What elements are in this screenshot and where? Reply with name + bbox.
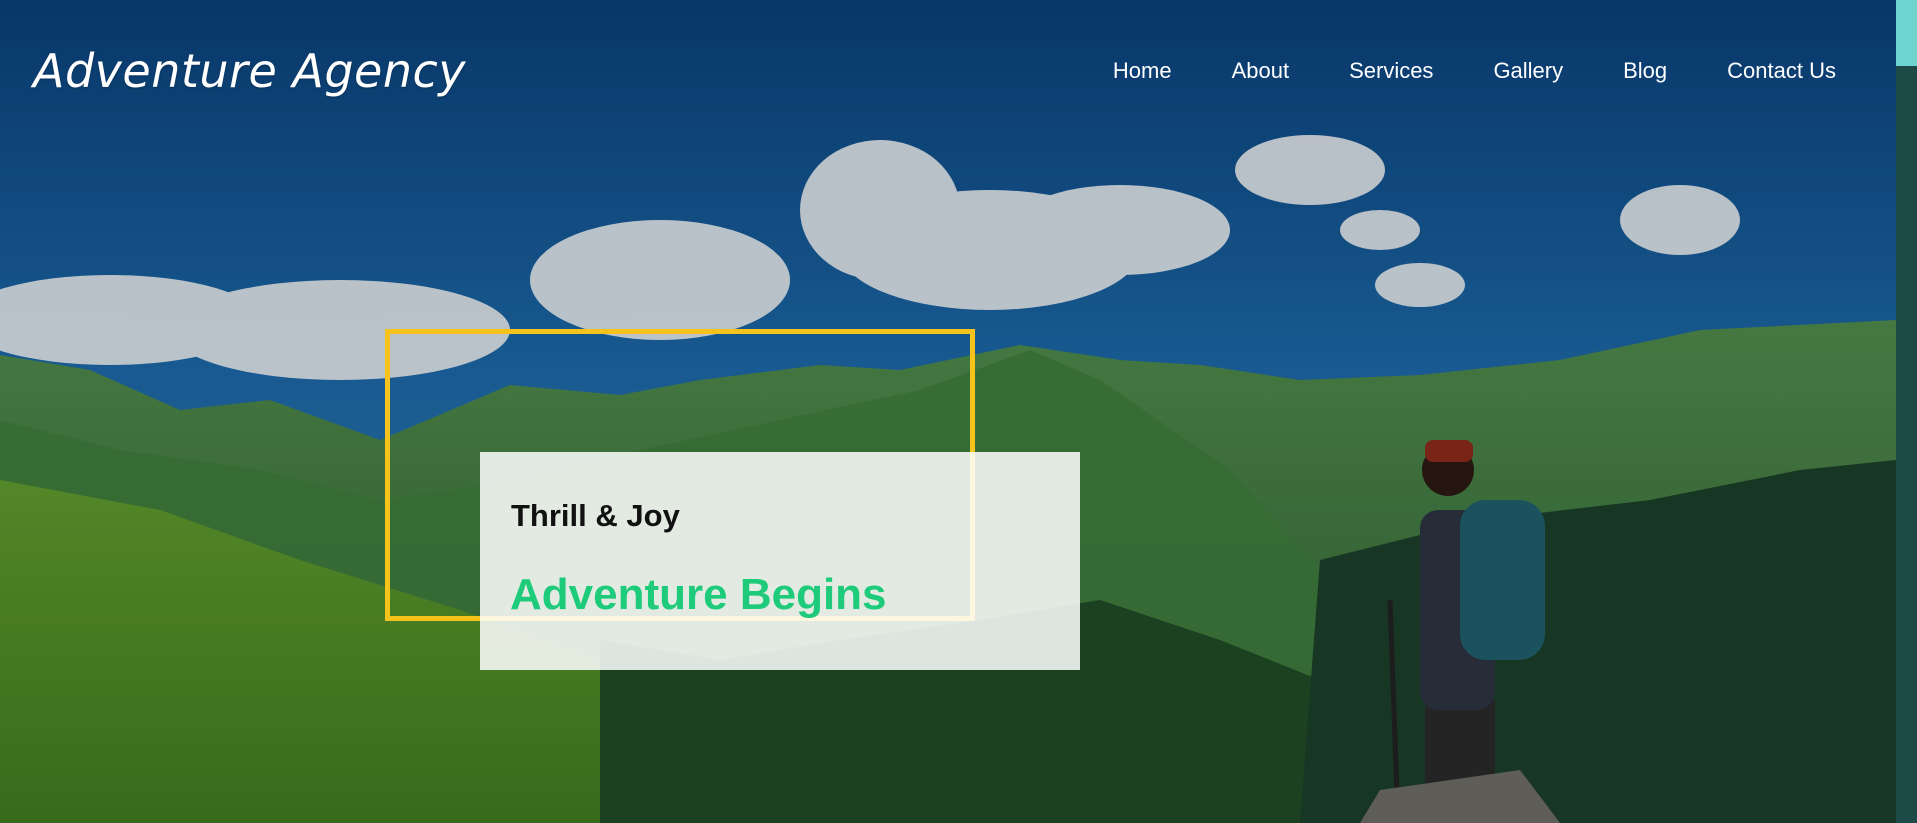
scrollbar-thumb[interactable] [1896,0,1917,66]
hero-text-card: Thrill & Joy Adventure Begins [480,452,1080,670]
nav-home-link[interactable]: Home [1113,58,1172,84]
nav-gallery-link[interactable]: Gallery [1493,58,1563,84]
nav-services-link[interactable]: Services [1349,58,1433,84]
nav-contact-link[interactable]: Contact Us [1727,58,1836,84]
hero-subtitle: Thrill & Joy [511,498,680,533]
main-navigation: Home About Services Gallery Blog Contact… [1053,58,1836,84]
hero-title: Adventure Begins [510,570,887,619]
nav-about-link[interactable]: About [1232,58,1290,84]
brand-logo[interactable]: Adventure Agency [33,44,466,98]
nav-blog-link[interactable]: Blog [1623,58,1667,84]
page-scrollbar[interactable] [1896,0,1917,823]
hero-section: Adventure Agency Home About Services Gal… [0,0,1896,823]
